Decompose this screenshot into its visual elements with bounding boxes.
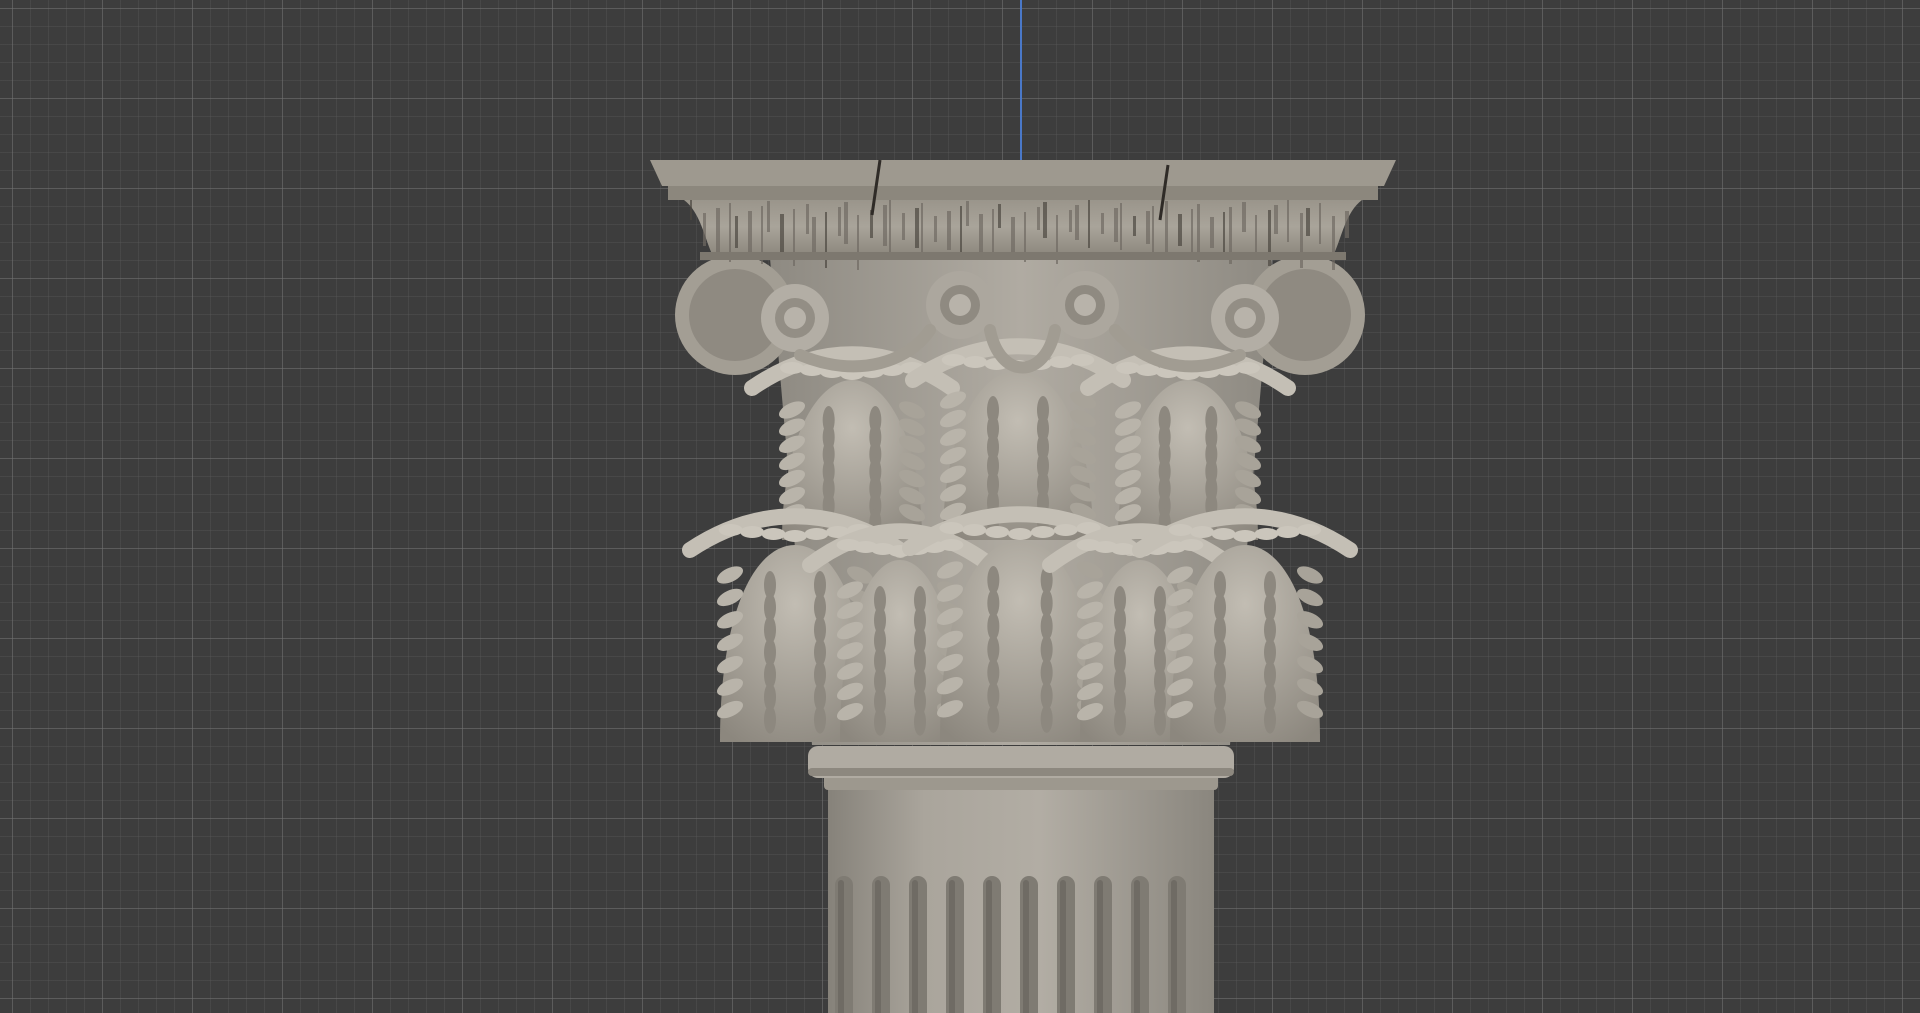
marble-vein	[735, 216, 738, 248]
flute	[872, 876, 890, 1013]
marble-vein	[883, 205, 887, 246]
marble-vein	[857, 215, 859, 270]
marble-vein	[844, 202, 848, 244]
marble-vein	[1075, 205, 1079, 240]
marble-vein	[1191, 209, 1193, 254]
marble-vein	[915, 208, 919, 248]
marble-vein	[921, 203, 923, 256]
marble-vein	[1287, 200, 1289, 242]
marble-vein	[1114, 208, 1118, 242]
flute	[1094, 876, 1112, 1013]
marble-vein	[1037, 207, 1040, 230]
flute	[1057, 876, 1075, 1013]
marble-vein	[806, 204, 809, 234]
marble-vein	[1255, 215, 1257, 258]
marble-vein	[1306, 208, 1310, 236]
marble-vein	[690, 200, 692, 220]
marble-vein	[748, 211, 752, 256]
flute	[909, 876, 927, 1013]
marble-vein	[966, 201, 969, 226]
marble-vein	[1146, 211, 1150, 244]
astragal-ring	[808, 746, 1234, 790]
acanthus-leaves	[682, 338, 1358, 742]
marble-vein	[1069, 210, 1072, 232]
marble-vein	[947, 211, 951, 250]
marble-vein	[1223, 212, 1225, 256]
marble-vein	[998, 204, 1001, 228]
flute	[835, 876, 853, 1013]
flute	[1168, 876, 1186, 1013]
marble-vein	[716, 208, 720, 254]
abacus	[650, 159, 1396, 270]
column-shaft	[828, 780, 1214, 1013]
marble-vein	[1274, 205, 1278, 234]
marble-vein	[1178, 214, 1182, 246]
marble-vein	[1152, 206, 1154, 252]
marble-vein	[767, 201, 770, 232]
marble-vein	[1345, 211, 1349, 238]
marble-vein	[838, 207, 841, 236]
marble-vein	[889, 200, 891, 254]
marble-vein	[703, 213, 706, 246]
3d-viewport[interactable]	[0, 0, 1920, 1013]
marble-vein	[1165, 201, 1168, 260]
marble-vein	[1133, 216, 1136, 236]
marble-vein	[934, 216, 937, 242]
marble-vein	[1011, 217, 1015, 254]
marble-vein	[1242, 202, 1246, 232]
flute	[1020, 876, 1038, 1013]
flute	[1131, 876, 1149, 1013]
marble-vein	[1088, 200, 1090, 248]
marble-vein	[979, 214, 983, 252]
marble-vein	[1120, 203, 1122, 250]
marble-vein	[902, 213, 905, 240]
marble-vein	[960, 206, 962, 258]
marble-vein	[780, 214, 784, 258]
flute	[983, 876, 1001, 1013]
marble-vein	[1101, 213, 1104, 234]
marble-vein	[1043, 202, 1047, 238]
column-capital-model[interactable]	[0, 0, 1920, 1013]
marble-vein	[1210, 217, 1214, 248]
marble-vein	[1319, 203, 1321, 244]
marble-vein	[1332, 216, 1335, 270]
flute	[946, 876, 964, 1013]
